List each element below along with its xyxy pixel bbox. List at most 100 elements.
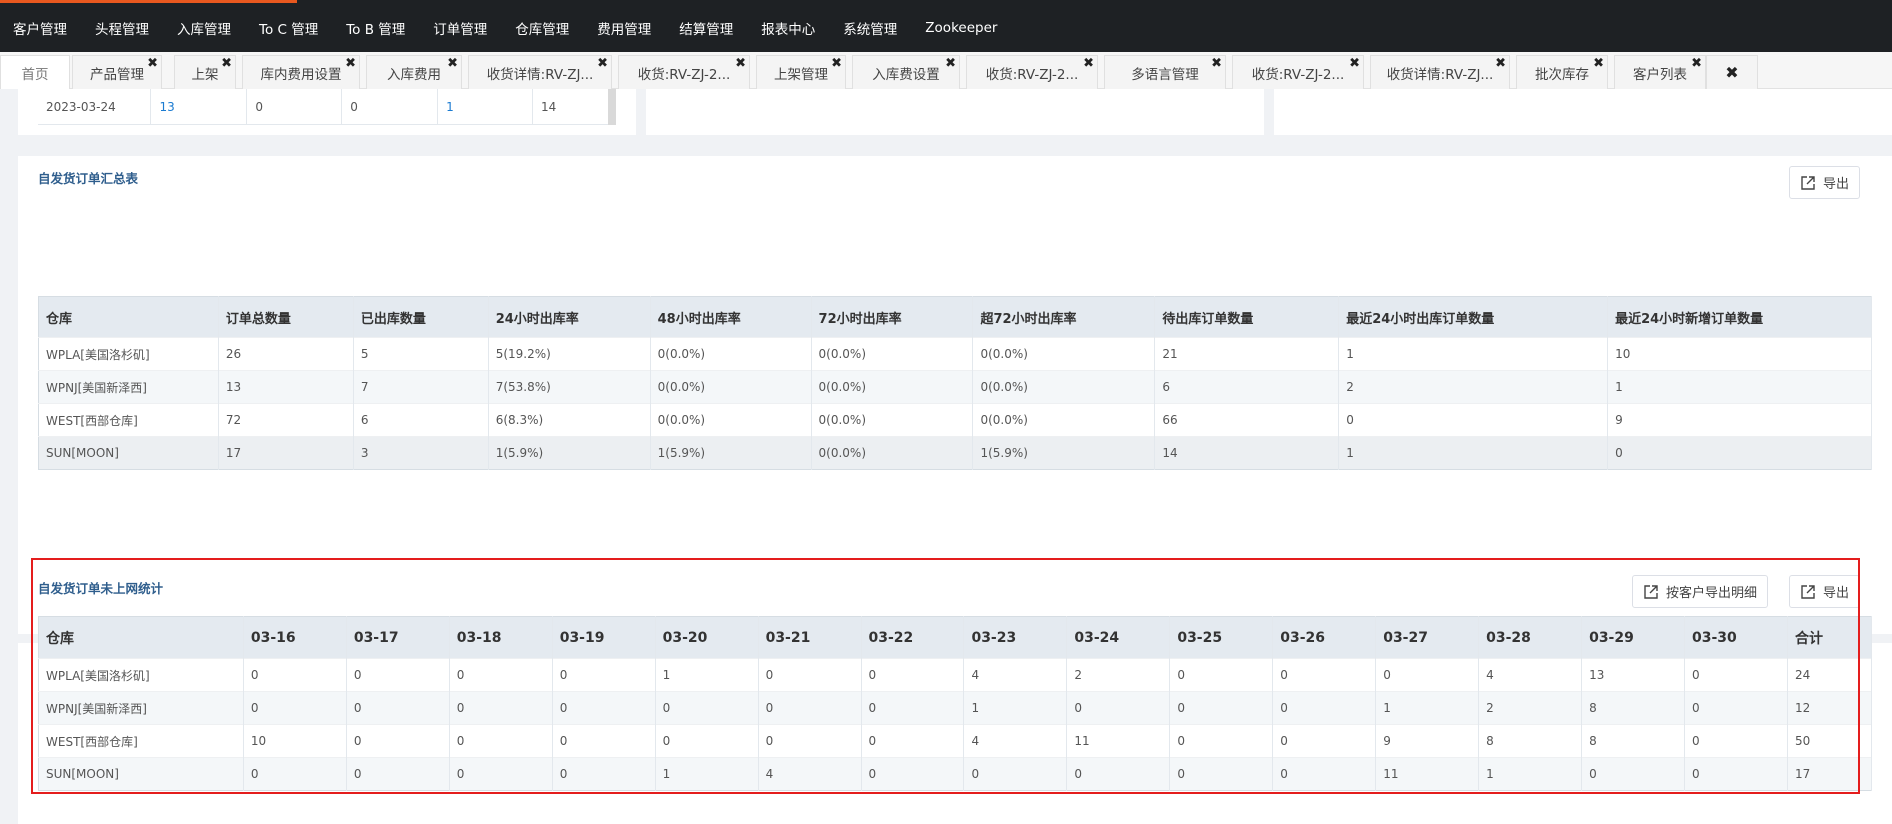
tab-in-warehouse-fee-settings[interactable]: 库内费用设置 ✖ [242, 55, 360, 89]
table-cell-link[interactable]: 11 [1066, 724, 1171, 758]
table-cell: 7 [353, 370, 489, 404]
tab-close-icon[interactable]: ✖ [1349, 57, 1360, 70]
tab-close-icon[interactable]: ✖ [1211, 57, 1222, 70]
tab-close-icon[interactable]: ✖ [945, 57, 956, 70]
export-by-customer-button[interactable]: 按客户导出明细 [1632, 575, 1769, 608]
vertical-scrollbar[interactable] [608, 89, 616, 125]
tab-receiving-3[interactable]: 收货:RV-ZJ-2... ✖ [1232, 55, 1364, 89]
column-header: 待出库订单数量 [1154, 296, 1340, 338]
table-cell: 0 [346, 658, 450, 692]
table-cell: 24 [1787, 658, 1873, 692]
tab-multilanguage-management[interactable]: 多语言管理 ✖ [1104, 55, 1226, 89]
warehouse-cell: SUN[MOON] [38, 436, 219, 470]
column-header: 03-19 [552, 616, 656, 659]
content-left-gutter [0, 89, 18, 824]
table-cell: 12 [1787, 691, 1873, 725]
menu-fee-management[interactable]: 费用管理 [583, 18, 665, 38]
tab-close-icon[interactable]: ✖ [1083, 57, 1094, 70]
panel-separator [18, 135, 1892, 156]
table-cell: 1(5.9%) [972, 436, 1156, 470]
menu-toc-management[interactable]: To C 管理 [245, 18, 332, 38]
tab-close-icon[interactable]: ✖ [1593, 57, 1604, 70]
tab-inbound-fee-settings[interactable]: 入库费设置 ✖ [852, 55, 960, 89]
table-cell-link[interactable]: 2 [1478, 691, 1583, 725]
main-content: 2023-03-24 13 0 0 1 14 自发货订单汇总表 导出 仓库 订单… [0, 89, 1892, 824]
menu-customer-management[interactable]: 客户管理 [0, 18, 81, 38]
export-button[interactable]: 导出 [1789, 166, 1861, 199]
menu-settlement-management[interactable]: 结算管理 [665, 18, 747, 38]
table-cell: 0 [346, 757, 450, 791]
menu-tob-management[interactable]: To B 管理 [332, 18, 419, 38]
warehouse-cell: WPLA[美国洛杉矶] [38, 658, 244, 692]
table-cell: 6(8.3%) [488, 403, 651, 437]
tab-close-icon[interactable]: ✖ [735, 57, 746, 70]
column-header: 合计 [1787, 616, 1873, 659]
tab-putaway-management[interactable]: 上架管理 ✖ [756, 55, 846, 89]
menu-report-center[interactable]: 报表中心 [747, 18, 829, 38]
menu-order-management[interactable]: 订单管理 [419, 18, 501, 38]
tab-product-management[interactable]: 产品管理 ✖ [72, 55, 162, 89]
tab-close-icon[interactable]: ✖ [597, 57, 608, 70]
menu-first-leg-management[interactable]: 头程管理 [81, 18, 163, 38]
tab-close-icon[interactable]: ✖ [345, 57, 356, 70]
table-cell-link[interactable]: 11 [1375, 757, 1480, 791]
summary-table: 仓库 订单总数量 已出库数量 24小时出库率 48小时出库率 72小时出库率 超… [38, 296, 1872, 470]
table-cell-link[interactable]: 8 [1581, 724, 1686, 758]
table-cell: 0(0.0%) [972, 403, 1156, 437]
table-cell: 0 [552, 757, 656, 791]
table-cell-link[interactable]: 10 [243, 724, 347, 758]
table-cell: 7(53.8%) [488, 370, 651, 404]
tab-inbound-fee[interactable]: 入库费用 ✖ [366, 55, 462, 89]
tab-receiving-2[interactable]: 收货:RV-ZJ-2... ✖ [966, 55, 1098, 89]
table-cell-link[interactable]: 1 [655, 757, 759, 791]
column-header: 72小时出库率 [811, 296, 974, 338]
tab-home[interactable]: 首页 [0, 55, 70, 89]
tab-receiving-1[interactable]: 收货:RV-ZJ-2... ✖ [618, 55, 750, 89]
tab-close-icon[interactable]: ✖ [831, 57, 842, 70]
table-cell-link[interactable]: 9 [1375, 724, 1480, 758]
tab-close-icon[interactable]: ✖ [1691, 57, 1702, 70]
tab-putaway[interactable]: 上架 ✖ [174, 55, 236, 89]
tab-receiving-detail-2[interactable]: 收货详情:RV-ZJ... ✖ [1370, 55, 1510, 89]
table-cell-link[interactable]: 1 [437, 89, 534, 125]
tab-customer-list[interactable]: 客户列表 ✖ [1614, 55, 1706, 89]
table-cell: 0 [655, 691, 759, 725]
table-cell: 0 [1338, 403, 1609, 437]
menu-warehouse-management[interactable]: 仓库管理 [501, 18, 583, 38]
table-cell-link[interactable]: 1 [1375, 691, 1480, 725]
table-cell-link[interactable]: 2 [1066, 658, 1171, 692]
table-cell-link[interactable]: 1 [1478, 757, 1583, 791]
table-cell: 0 [449, 757, 553, 791]
tab-close-icon[interactable]: ✖ [221, 57, 232, 70]
table-cell-link[interactable]: 13 [1581, 658, 1686, 692]
tab-close-icon[interactable]: ✖ [447, 57, 458, 70]
export-button[interactable]: 导出 [1789, 575, 1861, 608]
tab-close-icon[interactable]: ✖ [147, 57, 158, 70]
table-cell: 0(0.0%) [811, 370, 974, 404]
table-cell-link[interactable]: 1 [655, 658, 759, 692]
table-cell-link[interactable]: 8 [1581, 691, 1686, 725]
menu-zookeeper[interactable]: Zookeeper [911, 20, 1011, 36]
tab-batch-inventory[interactable]: 批次库存 ✖ [1516, 55, 1608, 89]
tab-receiving-detail-1[interactable]: 收货详情:RV-ZJ... ✖ [468, 55, 612, 89]
menu-system-management[interactable]: 系统管理 [829, 18, 911, 38]
table-cell: 0 [1684, 757, 1788, 791]
table-cell-link[interactable]: 4 [963, 724, 1068, 758]
table-cell-link[interactable]: 4 [758, 757, 862, 791]
table-cell-link[interactable]: 4 [1478, 658, 1583, 692]
table-cell: 0 [1066, 757, 1171, 791]
table-cell: 0 [346, 724, 450, 758]
column-header: 仓库 [38, 616, 244, 659]
menu-inbound-management[interactable]: 入库管理 [163, 18, 245, 38]
table-cell-link[interactable]: 13 [150, 89, 248, 125]
table-cell-link[interactable]: 8 [1478, 724, 1583, 758]
table-cell-link[interactable]: 4 [963, 658, 1068, 692]
table-cell: 26 [218, 337, 354, 371]
tab-close-icon[interactable]: ✖ [1495, 57, 1506, 70]
table-cell: 0(0.0%) [972, 337, 1156, 371]
table-cell: 1 [1338, 337, 1609, 371]
table-header-row: 仓库 03-16 03-17 03-18 03-19 03-20 03-21 0… [38, 616, 1873, 659]
close-all-tabs-icon[interactable]: ✖ [1706, 55, 1758, 89]
table-cell: 17 [1787, 757, 1873, 791]
table-cell-link[interactable]: 1 [963, 691, 1068, 725]
